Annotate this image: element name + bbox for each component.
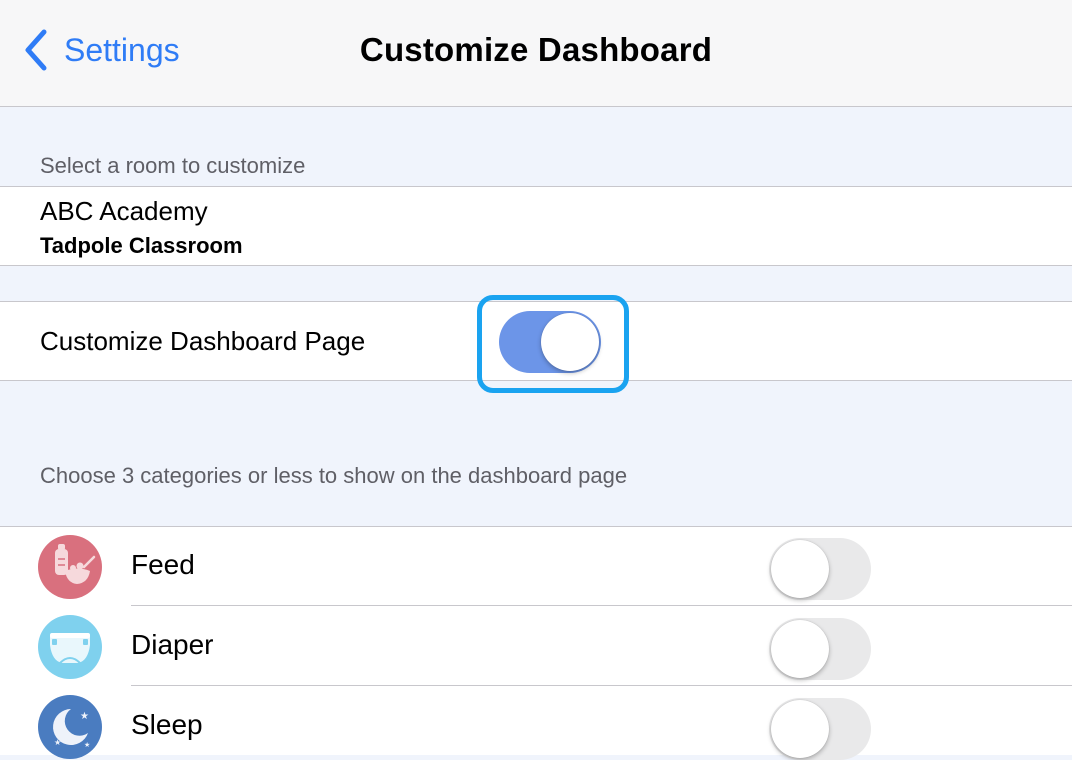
category-label-feed: Feed [131, 549, 195, 580]
sleep-icon: ★ ★ ★ [38, 695, 102, 759]
divider [0, 265, 1072, 266]
customize-dashboard-label: Customize Dashboard Page [40, 326, 366, 356]
category-label-sleep: Sleep [131, 709, 203, 740]
svg-text:★: ★ [84, 741, 90, 749]
room-name: ABC Academy [40, 196, 208, 226]
toggle-knob [771, 620, 829, 678]
divider [131, 605, 1072, 606]
page-title: Customize Dashboard [359, 31, 713, 68]
room-classroom: Tadpole Classroom [40, 233, 243, 258]
diaper-icon [38, 615, 102, 679]
feed-toggle[interactable] [769, 538, 871, 600]
customize-dashboard-toggle[interactable] [499, 311, 601, 373]
toggle-knob [771, 540, 829, 598]
svg-text:★: ★ [54, 738, 61, 747]
category-label-diaper: Diaper [131, 629, 214, 660]
feed-icon [38, 535, 102, 599]
room-section-header: Select a room to customize [40, 153, 306, 178]
categories-section-header: Choose 3 categories or less to show on t… [40, 463, 628, 488]
sleep-toggle[interactable] [769, 698, 871, 760]
divider [131, 685, 1072, 686]
diaper-toggle[interactable] [769, 618, 871, 680]
navigation-bar: Settings Customize Dashboard [0, 0, 1072, 107]
svg-text:★: ★ [80, 711, 89, 722]
toggle-knob [541, 313, 599, 371]
toggle-knob [771, 700, 829, 758]
